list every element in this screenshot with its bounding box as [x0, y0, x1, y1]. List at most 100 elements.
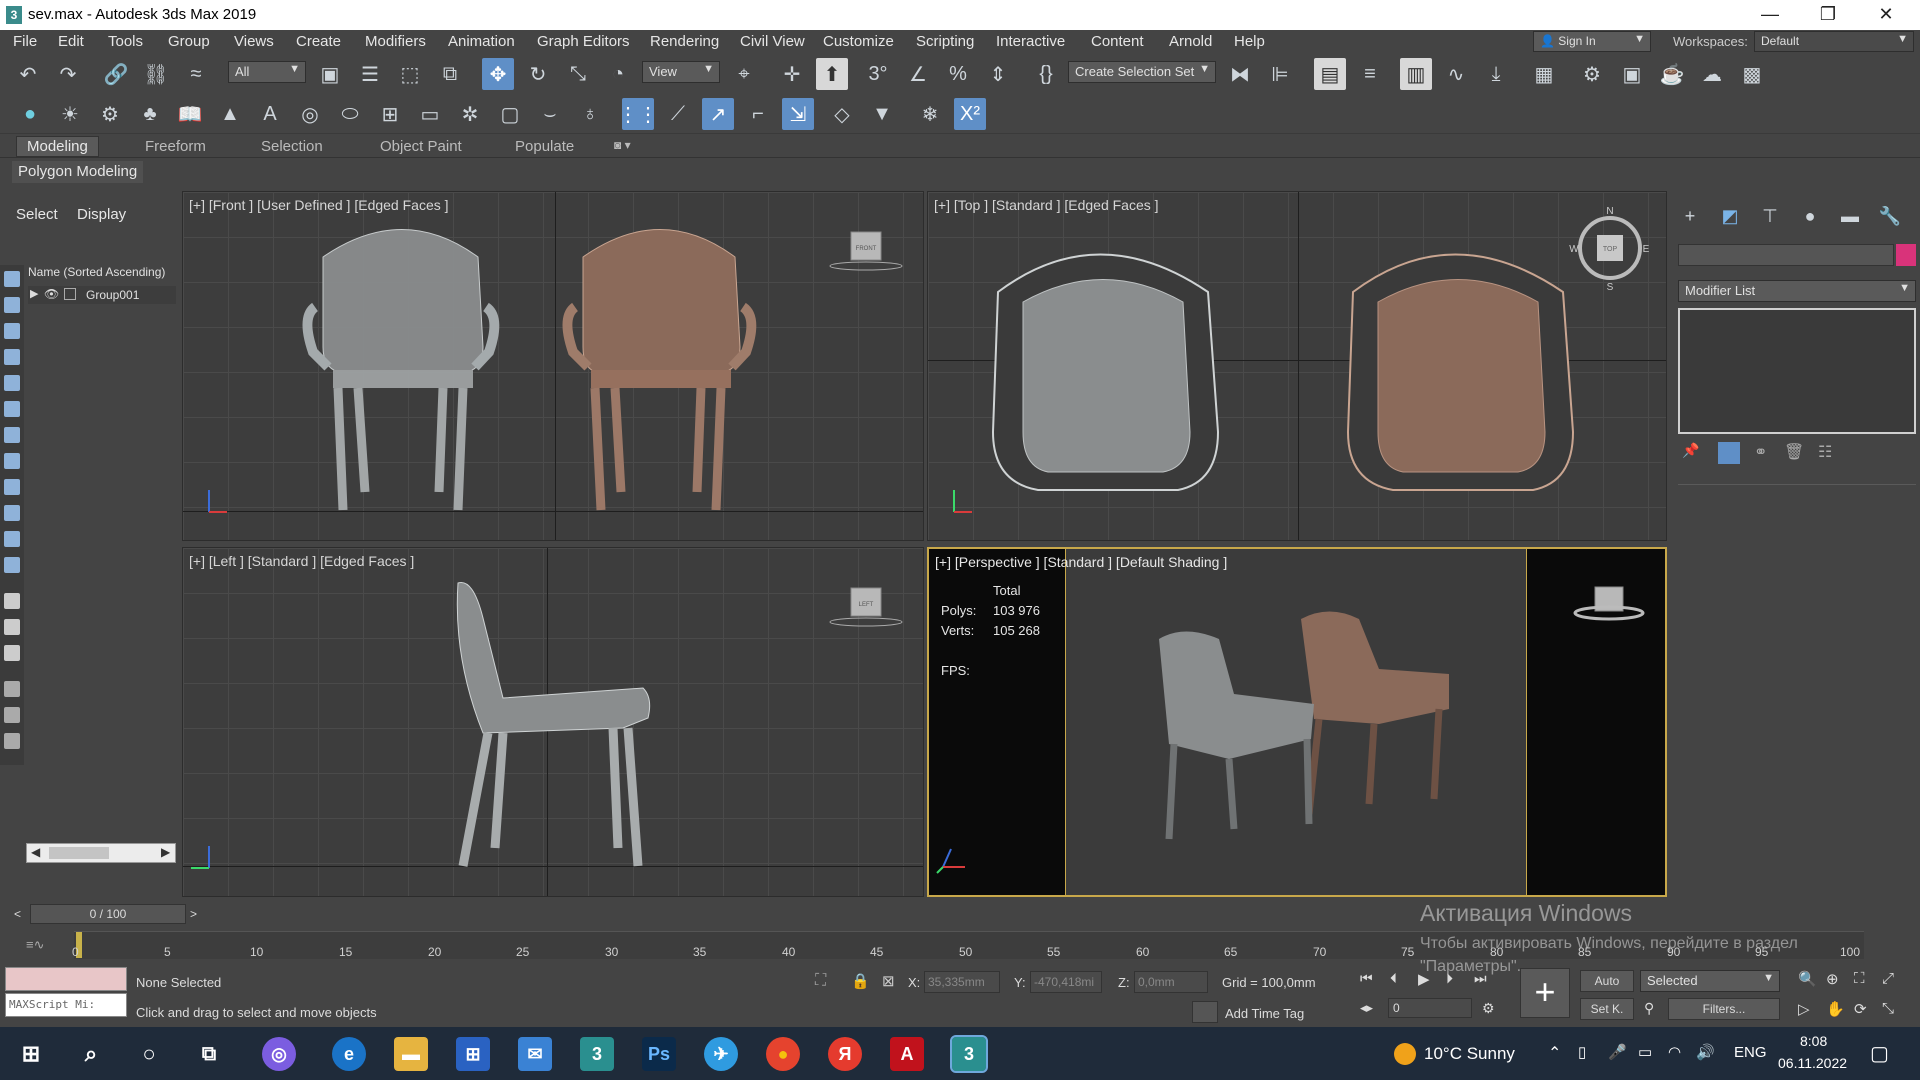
- ribbon-tab-object-paint[interactable]: Object Paint: [380, 138, 462, 155]
- display-xrefs-icon[interactable]: [4, 453, 20, 469]
- redo-icon[interactable]: ↷: [52, 58, 84, 90]
- display-hidden-icon[interactable]: [4, 557, 20, 573]
- ribbon-tab-selection[interactable]: Selection: [261, 138, 323, 155]
- chrome-icon[interactable]: ●: [766, 1037, 800, 1071]
- funnel-icon[interactable]: ▼: [866, 98, 898, 130]
- viewport-perspective[interactable]: [+] [Perspective ] [Standard ] [Default …: [927, 547, 1667, 897]
- link-icon[interactable]: 🔗: [100, 58, 132, 90]
- torus-icon[interactable]: ◎: [294, 98, 326, 130]
- clock-time[interactable]: 8:08: [1800, 1033, 1827, 1049]
- a360-gallery-icon[interactable]: ▩: [1736, 58, 1768, 90]
- modifier-stack[interactable]: [1678, 308, 1916, 434]
- device-icon[interactable]: ▯: [1578, 1043, 1586, 1061]
- menu-customize[interactable]: Customize: [823, 33, 894, 50]
- menu-create[interactable]: Create: [296, 33, 341, 50]
- foliage-icon[interactable]: ♣: [134, 98, 166, 130]
- render-production-icon[interactable]: ☕: [1656, 58, 1688, 90]
- curve-editor-icon[interactable]: ∿: [1440, 58, 1472, 90]
- window-crossing-icon[interactable]: ⧉: [434, 58, 466, 90]
- hierarchy-panel-icon[interactable]: ⊤: [1756, 206, 1784, 230]
- selection-filter-dropdown[interactable]: All ▼: [228, 61, 306, 83]
- find-icon[interactable]: [4, 681, 20, 697]
- alisa-icon[interactable]: ◎: [262, 1037, 296, 1071]
- weather-sun-icon[interactable]: [1394, 1043, 1416, 1065]
- absolute-mode-icon[interactable]: ⊠: [882, 972, 895, 990]
- volume-icon[interactable]: 🔊: [1696, 1043, 1715, 1061]
- remove-modifier-icon[interactable]: 🗑: [1784, 442, 1806, 464]
- isolate-selection-icon[interactable]: ⛶: [815, 972, 826, 990]
- display-shapes-icon[interactable]: [4, 297, 20, 313]
- rectangular-selection-icon[interactable]: ⬚: [394, 58, 426, 90]
- create-geometry-icon[interactable]: ●: [14, 98, 46, 130]
- scene-explorer-tab-display[interactable]: Display: [77, 206, 126, 223]
- light-bulb-icon[interactable]: ♁: [574, 98, 606, 130]
- select-and-move-icon[interactable]: ✥: [482, 58, 514, 90]
- menu-arnold[interactable]: Arnold: [1169, 33, 1212, 50]
- ribbon-tab-freeform[interactable]: Freeform: [145, 138, 206, 155]
- coord-z-field[interactable]: 0,0mm: [1134, 971, 1208, 993]
- menu-modifiers[interactable]: Modifiers: [365, 33, 426, 50]
- close-button[interactable]: ✕: [1858, 0, 1914, 30]
- viewport-label-front[interactable]: [+] [Front ] [User Defined ] [Edged Face…: [189, 197, 449, 213]
- display-frozen-icon[interactable]: [4, 531, 20, 547]
- mirror-icon[interactable]: ⧓: [1224, 58, 1256, 90]
- maxscript-listener-output[interactable]: [5, 967, 127, 991]
- display-geometry-icon[interactable]: [4, 271, 20, 287]
- field-of-view-icon[interactable]: ▷: [1798, 1000, 1810, 1018]
- constraint-icon[interactable]: ⟋: [662, 98, 694, 130]
- ribbon-options-icon[interactable]: ◙ ▾: [614, 138, 631, 152]
- viewport-label-left[interactable]: [+] [Left ] [Standard ] [Edged Faces ]: [189, 553, 414, 569]
- key-filters-icon[interactable]: ⚲: [1644, 1000, 1654, 1017]
- book-icon[interactable]: 📖: [174, 98, 206, 130]
- key-filter-dropdown[interactable]: Selected ▼: [1640, 970, 1780, 992]
- maximize-viewport-icon[interactable]: ⤡: [1882, 1000, 1894, 1017]
- column-header-name[interactable]: Name (Sorted Ascending): [28, 265, 165, 279]
- spinner-snap-icon[interactable]: ⇕: [982, 58, 1014, 90]
- show-hidden-icons-icon[interactable]: ⌃: [1548, 1043, 1561, 1063]
- menu-civil-view[interactable]: Civil View: [740, 33, 805, 50]
- modifier-list-dropdown[interactable]: Modifier List ▼: [1678, 280, 1916, 302]
- pin-stack-icon[interactable]: 📌: [1682, 442, 1704, 464]
- display-spacewarps-icon[interactable]: [4, 401, 20, 417]
- maxscript-mini-listener[interactable]: MAXScript Mi:: [5, 993, 127, 1017]
- scroll-left-icon[interactable]: ◀: [31, 845, 40, 859]
- face-snap-icon[interactable]: ⌐: [742, 98, 774, 130]
- grid-snap-icon[interactable]: ⋮⋮: [618, 98, 658, 130]
- edit-named-selection-icon[interactable]: {}: [1030, 58, 1062, 90]
- auto-key-button[interactable]: Auto: [1580, 970, 1634, 992]
- viewport-label-top[interactable]: [+] [Top ] [Standard ] [Edged Faces ]: [934, 197, 1159, 213]
- ribbon-tab-populate[interactable]: Populate: [515, 138, 574, 155]
- coord-x-field[interactable]: 35,335mm: [924, 971, 1000, 993]
- edge-icon[interactable]: e: [332, 1037, 366, 1071]
- display-lights-icon[interactable]: [4, 323, 20, 339]
- select-and-place-icon[interactable]: ◔: [602, 58, 634, 90]
- menu-content[interactable]: Content: [1091, 33, 1144, 50]
- tree-icon[interactable]: ▲: [214, 98, 246, 130]
- coord-y-field[interactable]: -470,418mi: [1030, 971, 1102, 993]
- unlink-icon[interactable]: ⛓: [140, 58, 172, 90]
- pan-view-icon[interactable]: ✋: [1826, 1000, 1845, 1018]
- clock-date[interactable]: 06.11.2022: [1778, 1055, 1847, 1071]
- toggle-ribbon-icon[interactable]: ▥: [1400, 58, 1432, 90]
- layer-icon[interactable]: [4, 733, 20, 749]
- time-tag-icon[interactable]: [1192, 1001, 1218, 1023]
- menu-group[interactable]: Group: [168, 33, 210, 50]
- create-panel-icon[interactable]: +: [1676, 206, 1704, 230]
- viewport-left[interactable]: LEFT [+] [Left ] [Standard ] [Edged Face…: [182, 547, 924, 897]
- display-groups-icon[interactable]: [4, 427, 20, 443]
- eye-icon[interactable]: 👁: [44, 287, 59, 301]
- telegram-icon[interactable]: ✈: [704, 1037, 738, 1071]
- menu-edit[interactable]: Edit: [58, 33, 84, 50]
- menu-interactive[interactable]: Interactive: [996, 33, 1065, 50]
- render-setup-icon[interactable]: ⚙: [1576, 58, 1608, 90]
- weather-text[interactable]: 10°C Sunny: [1424, 1044, 1515, 1064]
- restore-button[interactable]: ❐: [1800, 0, 1856, 30]
- snaps-toggle-icon[interactable]: 3°: [862, 58, 894, 90]
- photoshop-icon[interactable]: Ps: [642, 1037, 676, 1071]
- create-selection-set-dropdown[interactable]: Create Selection Set ▼: [1068, 61, 1216, 83]
- display-bones-icon[interactable]: [4, 479, 20, 495]
- previous-frame-icon[interactable]: ⏴: [1390, 970, 1397, 987]
- menu-views[interactable]: Views: [234, 33, 274, 50]
- scroll-right-icon[interactable]: ▶: [161, 845, 170, 859]
- set-key-mode-button[interactable]: Set K.: [1580, 998, 1634, 1020]
